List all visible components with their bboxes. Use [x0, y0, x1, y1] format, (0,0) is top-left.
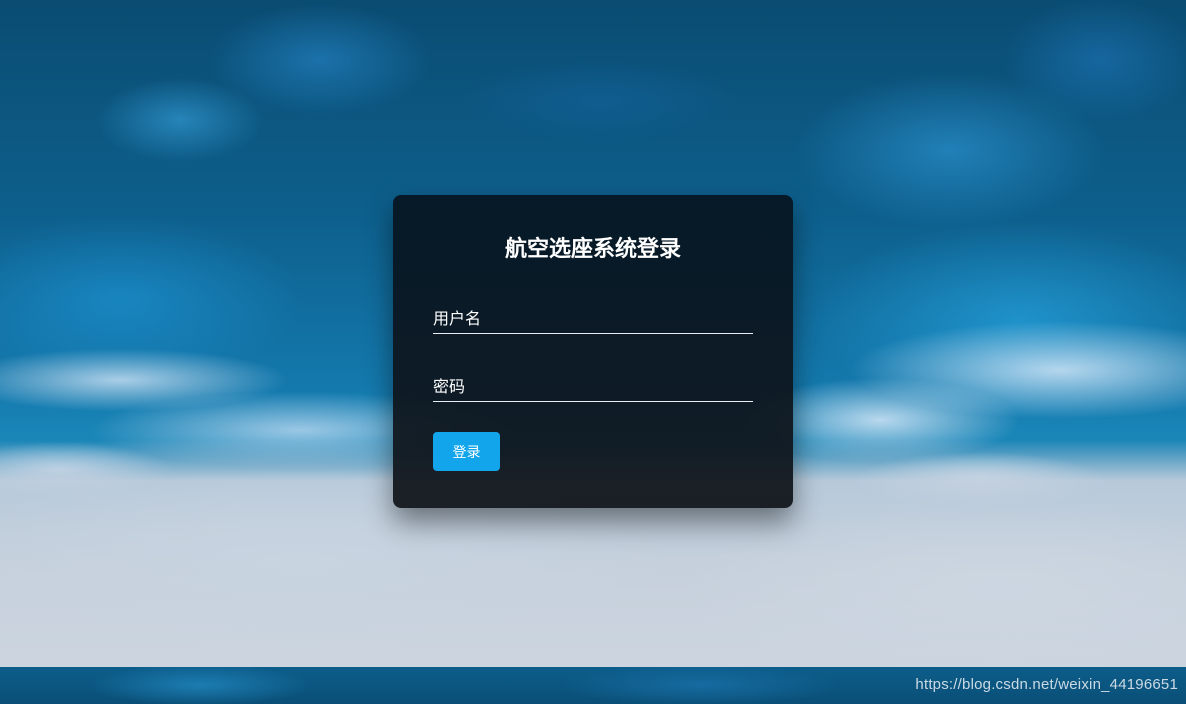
login-card: 航空选座系统登录 登录: [393, 195, 793, 508]
watermark-url: https://blog.csdn.net/weixin_44196651: [915, 676, 1178, 693]
username-field: [433, 303, 753, 334]
username-input[interactable]: [433, 303, 753, 333]
login-title: 航空选座系统登录: [504, 237, 681, 262]
password-input[interactable]: [433, 371, 753, 401]
login-button[interactable]: 登录: [433, 432, 500, 471]
page-background: 航空选座系统登录 登录 https://blog.csdn.net/weixin…: [0, 0, 1186, 704]
password-field: [433, 371, 753, 402]
